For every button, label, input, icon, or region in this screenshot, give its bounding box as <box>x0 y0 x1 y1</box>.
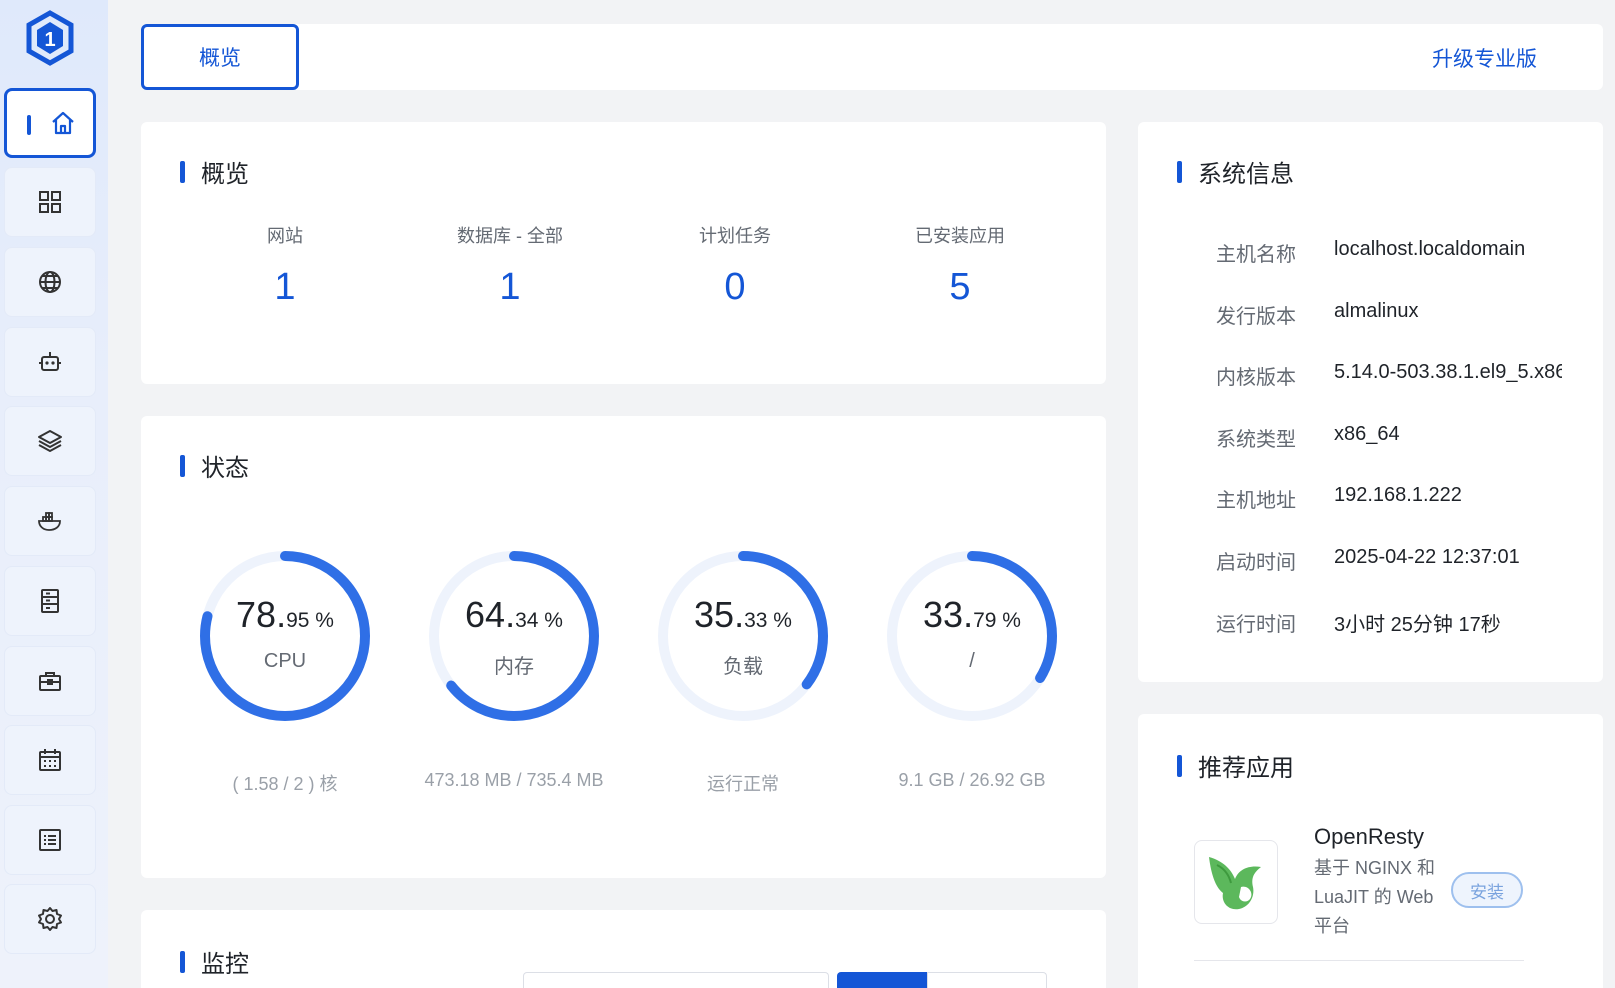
info-row-kernel: 内核版本5.14.0-503.38.1.el9_5.x86_64 <box>1216 361 1562 389</box>
gauge-ring <box>658 551 828 721</box>
gauge-detail: 9.1 GB / 26.92 GB <box>898 770 1046 790</box>
nav-apps[interactable] <box>4 167 96 237</box>
nav-logs[interactable] <box>4 805 96 875</box>
nav-websites[interactable] <box>4 247 96 317</box>
stat-label: 网站 <box>267 226 303 246</box>
gauge-ring <box>887 551 1057 721</box>
gauge-label: / <box>969 650 975 672</box>
monitor-select[interactable] <box>523 972 829 988</box>
info-row-hostname: 主机名称 localhost.localdomain <box>1216 238 1526 266</box>
stat-installed-apps: 已安装应用 5 <box>850 222 1070 309</box>
nav-containers[interactable] <box>4 406 96 476</box>
openresty-logo-icon[interactable] <box>1194 840 1278 924</box>
divider <box>1194 960 1524 961</box>
stat-cron-tasks: 计划任务 0 <box>625 222 845 309</box>
install-button[interactable]: 安装 <box>1451 872 1523 908</box>
sidebar: 1 <box>0 0 108 988</box>
active-indicator <box>27 115 31 135</box>
stat-databases: 数据库 - 全部 1 <box>400 222 620 309</box>
app-description: 基于 NGINX 和 LuaJIT 的 Web 平台 <box>1314 858 1436 936</box>
recommend-card: 推荐应用 OpenResty 基于 NGINX 和 LuaJIT 的 Web 平… <box>1138 714 1603 988</box>
gauge-detail: ( 1.58 / 2 ) 核 <box>232 774 338 794</box>
gauge-ring <box>429 551 599 721</box>
stat-label: 数据库 - 全部 <box>457 226 563 246</box>
gauge-value: 64.34 % <box>465 594 563 635</box>
info-row-boot-time: 启动时间 2025-04-22 12:37:01 <box>1216 546 1520 574</box>
monitor-toggle[interactable] <box>927 972 1047 988</box>
gauge-value: 33.79 % <box>923 594 1021 635</box>
stat-label: 计划任务 <box>699 226 771 246</box>
database-icon <box>41 589 59 613</box>
status-card: 状态 78.95 % CPU ( 1.58 / 2 ) 核 64.34 % 内存… <box>141 416 1106 878</box>
stat-value[interactable]: 1 <box>400 266 620 309</box>
gauge-detail: 运行正常 <box>707 774 779 794</box>
nav-settings[interactable] <box>4 884 96 954</box>
gauge-label: CPU <box>263 650 307 672</box>
monitor-card: 监控 <box>141 910 1106 988</box>
gauge-ring <box>200 551 370 721</box>
gauge-disk[interactable]: 33.79 % / 9.1 GB / 26.92 GB <box>852 546 1092 806</box>
monitor-toggle-active[interactable] <box>837 972 927 988</box>
toolbox-icon <box>39 672 61 691</box>
overview-card: 概览 网站 1 数据库 - 全部 1 计划任务 0 已安装应用 5 <box>141 122 1106 384</box>
logo-icon[interactable]: 1 <box>24 10 76 66</box>
stat-label: 已安装应用 <box>915 226 1005 246</box>
info-row-address: 主机地址 192.168.1.222 <box>1216 484 1462 512</box>
gauge-value: 78.95 % <box>236 594 334 635</box>
log-list-icon <box>39 829 61 851</box>
gauge-load[interactable]: 35.33 % 负载 运行正常 <box>623 546 863 806</box>
nav-toolbox[interactable] <box>4 646 96 716</box>
gauge-label: 内存 <box>494 656 534 678</box>
tab-overview[interactable]: 概览 <box>141 24 299 90</box>
monitor-title: 监控 <box>180 944 249 979</box>
nav-database[interactable] <box>4 566 96 636</box>
nav-home[interactable] <box>4 88 96 158</box>
sysinfo-card: 系统信息 主机名称 localhost.localdomain 发行版本 almal… <box>1138 122 1603 682</box>
nav-ai[interactable] <box>4 327 96 397</box>
home-icon <box>52 111 74 135</box>
gauge-value: 35.33 % <box>694 594 792 635</box>
top-bar: 概览 升级专业版 <box>141 24 1603 90</box>
svg-text:1: 1 <box>44 29 55 51</box>
upgrade-pro-link[interactable]: 升级专业版 <box>1432 43 1537 73</box>
globe-icon <box>39 271 61 293</box>
stat-value[interactable]: 0 <box>625 266 845 309</box>
stat-value[interactable]: 1 <box>175 266 395 309</box>
gauge-memory[interactable]: 64.34 % 内存 473.18 MB / 735.4 MB <box>394 546 634 806</box>
nav-cron[interactable] <box>4 725 96 795</box>
robot-icon <box>39 352 61 371</box>
info-row-distro: 发行版本 almalinux <box>1216 300 1419 328</box>
stat-value[interactable]: 5 <box>850 266 1070 309</box>
recommend-title: 推荐应用 <box>1177 748 1294 783</box>
overview-title: 概览 <box>180 154 249 189</box>
nav-docker[interactable] <box>4 486 96 556</box>
info-row-arch: 系统类型 x86_64 <box>1216 423 1400 451</box>
sysinfo-title: 系统信息 <box>1177 154 1294 189</box>
app-name: OpenResty <box>1314 824 1425 849</box>
stat-websites: 网站 1 <box>175 222 395 309</box>
gauge-detail: 473.18 MB / 735.4 MB <box>424 770 604 790</box>
info-row-uptime: 运行时间 3小时 25分钟 17秒 <box>1216 614 1501 636</box>
docker-icon <box>38 512 61 531</box>
apps-grid-icon <box>39 191 61 213</box>
settings-icon <box>38 907 62 931</box>
calendar-icon <box>39 749 61 771</box>
gauge-label: 负载 <box>723 656 763 678</box>
gauge-cpu[interactable]: 78.95 % CPU ( 1.58 / 2 ) 核 <box>165 546 405 806</box>
layers-icon <box>38 430 62 452</box>
status-title: 状态 <box>180 448 249 483</box>
